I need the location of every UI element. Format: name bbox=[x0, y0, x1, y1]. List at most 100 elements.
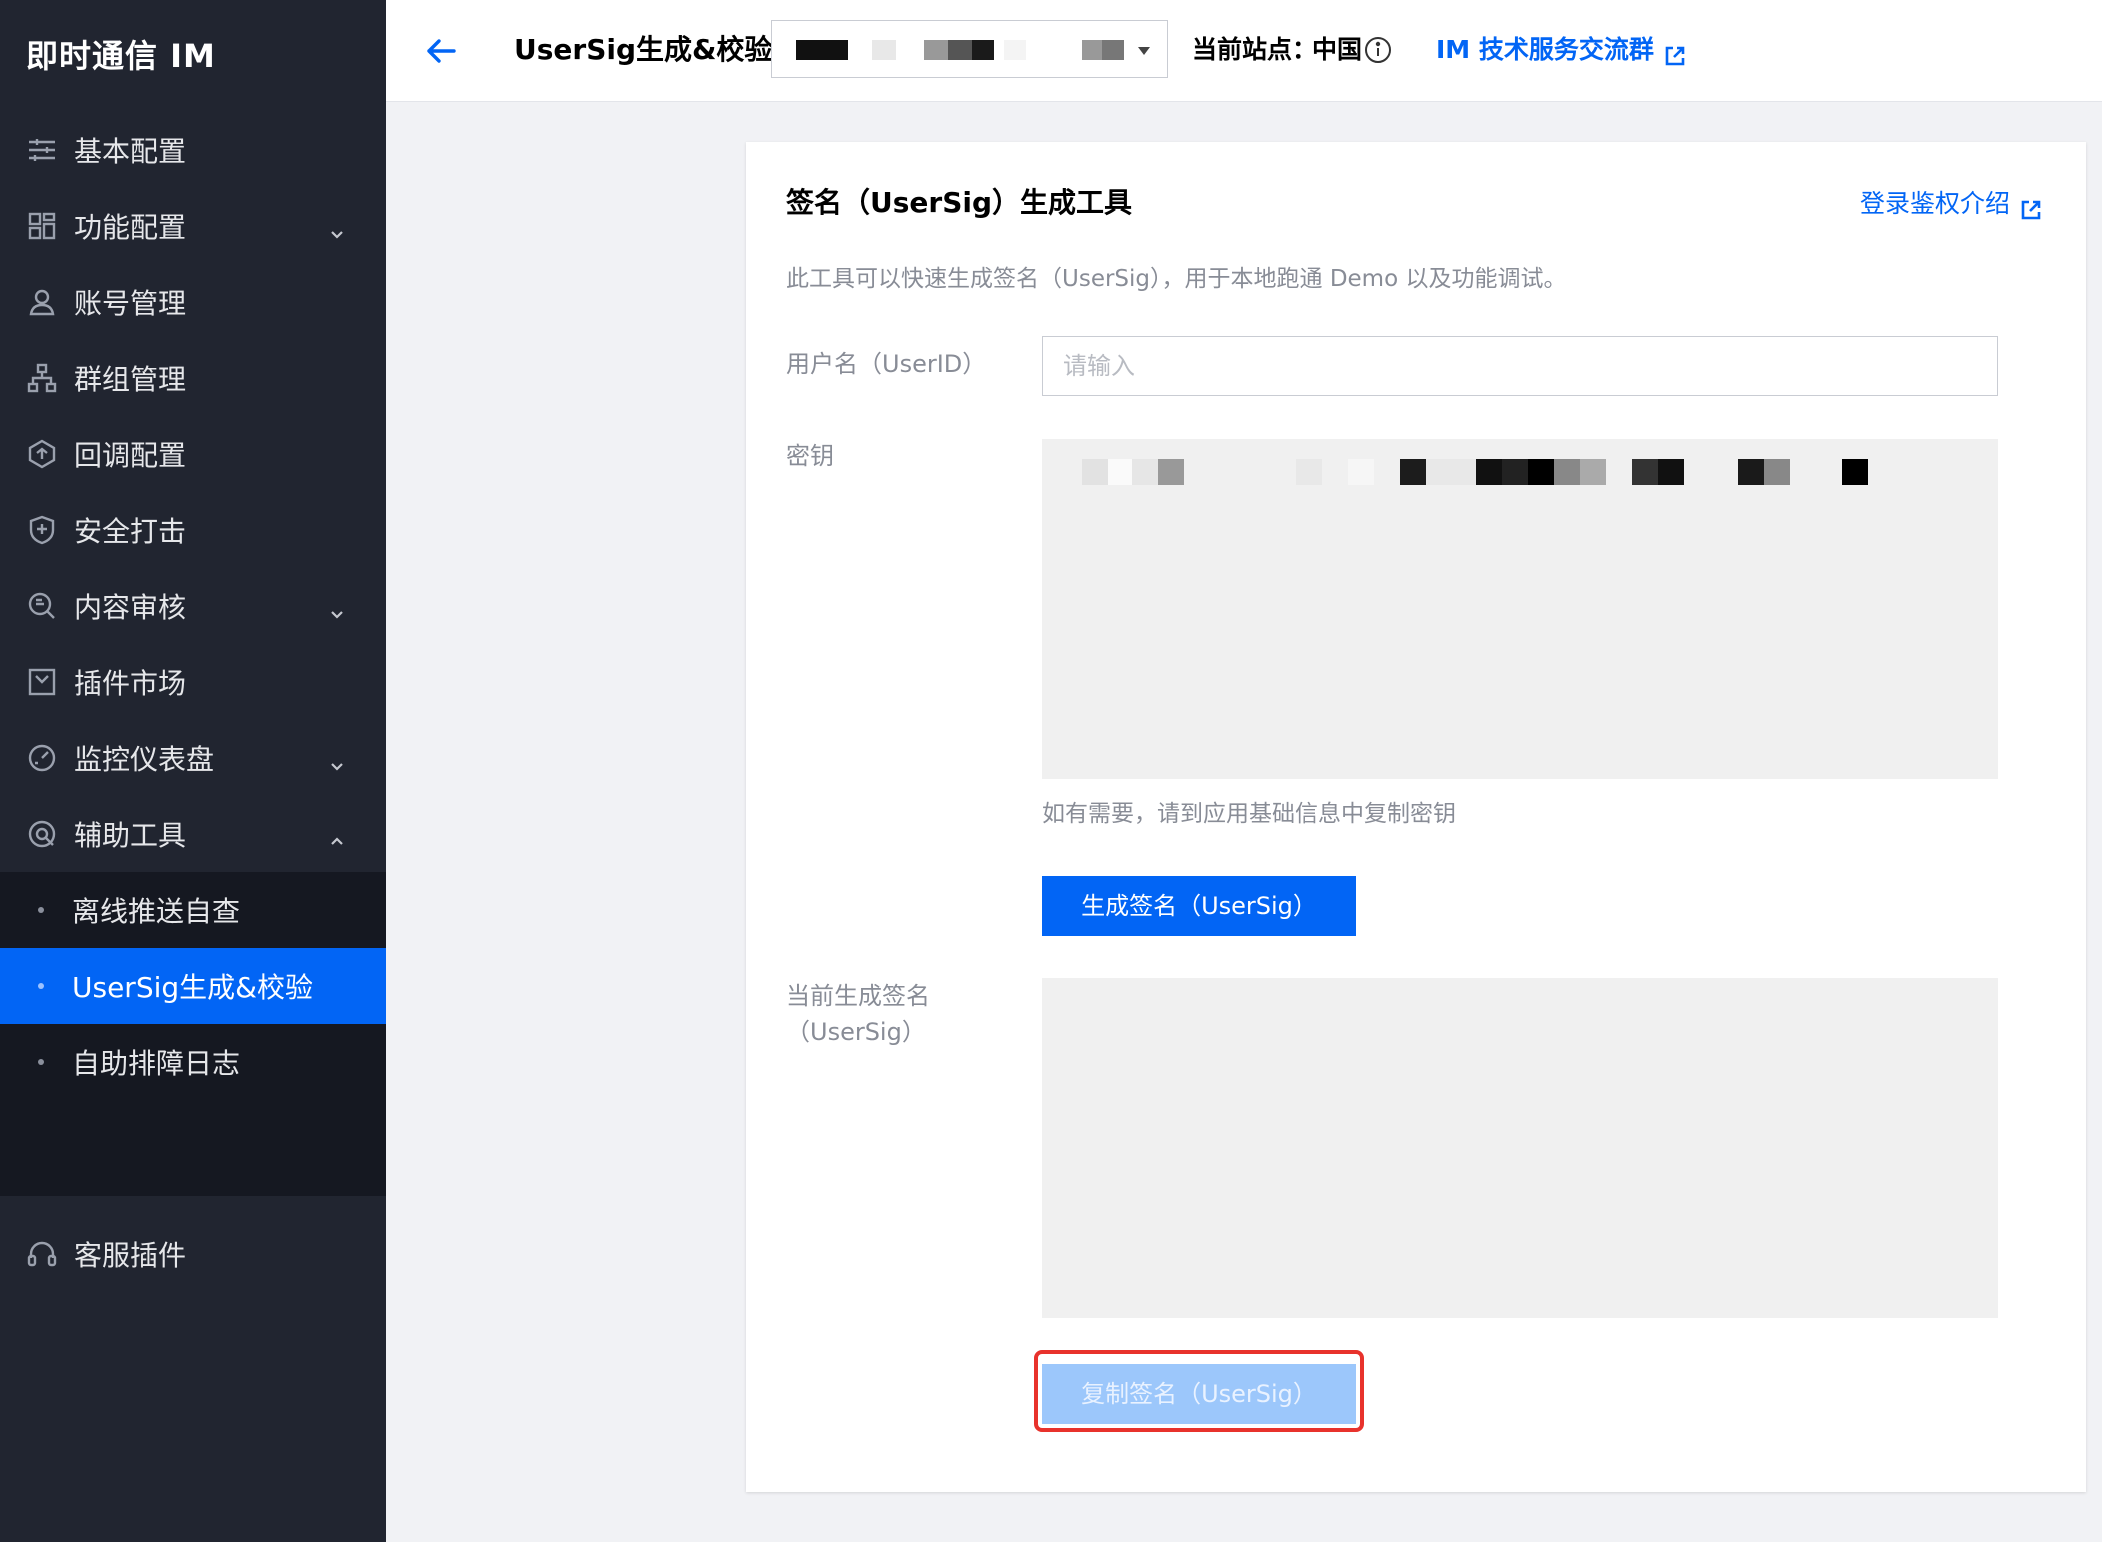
sidebar-item-feature-config[interactable]: 功能配置 bbox=[0, 188, 386, 264]
chevron-up-icon bbox=[328, 825, 346, 845]
redacted-block bbox=[1738, 459, 1764, 485]
redacted-block bbox=[1632, 459, 1658, 485]
tool-description: 此工具可以快速生成签名（UserSig），用于本地跑通 Demo 以及功能调试。 bbox=[786, 266, 1567, 292]
redacted-block bbox=[1400, 459, 1426, 485]
redacted-block bbox=[1082, 40, 1102, 60]
tools-submenu: 离线推送自查 UserSig生成&校验 自助排障日志 bbox=[0, 872, 386, 1196]
sidebar-item-plugin-market[interactable]: 插件市场 bbox=[0, 644, 386, 720]
sidebar-item-customer-service[interactable]: 客服插件 bbox=[0, 1216, 386, 1292]
sidebar-subitem-troubleshoot-log[interactable]: 自助排障日志 bbox=[0, 1024, 386, 1100]
plugin-market-icon bbox=[26, 666, 58, 698]
sidebar-item-basic-config[interactable]: 基本配置 bbox=[0, 112, 386, 188]
sidebar-item-label: 客服插件 bbox=[74, 1239, 187, 1272]
current-usersig-label-line2: （UserSig） bbox=[786, 1018, 926, 1046]
sidebar-item-account[interactable]: 账号管理 bbox=[0, 264, 386, 340]
audit-search-icon bbox=[26, 590, 58, 622]
current-usersig-box[interactable] bbox=[1042, 978, 1998, 1318]
secret-key-box[interactable] bbox=[1042, 439, 1998, 779]
redacted-block bbox=[1764, 459, 1790, 485]
external-link-icon bbox=[2020, 193, 2042, 220]
redacted-block bbox=[796, 40, 848, 60]
sidebar-item-label: 自助排障日志 bbox=[72, 1047, 241, 1080]
redacted-block bbox=[1528, 459, 1554, 485]
sidebar-item-label: UserSig生成&校验 bbox=[72, 971, 313, 1004]
redacted-block bbox=[972, 40, 994, 60]
secret-key-hint: 如有需要，请到应用基础信息中复制密钥 bbox=[1042, 801, 1456, 827]
bullet-dot bbox=[38, 1059, 44, 1065]
user-icon bbox=[26, 286, 58, 318]
sidebar-item-label: 监控仪表盘 bbox=[74, 743, 215, 776]
im-community-link-label: IM 技术服务交流群 bbox=[1436, 35, 1654, 64]
current-usersig-label-line1: 当前生成签名 bbox=[786, 982, 930, 1010]
redacted-block bbox=[948, 40, 972, 60]
generate-usersig-button[interactable]: 生成签名（UserSig） bbox=[1042, 876, 1356, 936]
sidebar-item-label: 插件市场 bbox=[74, 667, 187, 700]
sidebar-item-label: 群组管理 bbox=[74, 363, 187, 396]
sidebar-item-label: 离线推送自查 bbox=[72, 895, 241, 928]
caret-down-icon bbox=[1137, 43, 1151, 57]
redacted-block bbox=[1132, 459, 1158, 485]
sidebar-item-content-audit[interactable]: 内容审核 bbox=[0, 568, 386, 644]
redacted-block bbox=[1296, 459, 1322, 485]
auth-intro-link-label: 登录鉴权介绍 bbox=[1859, 189, 2010, 218]
sidebar-item-callback[interactable]: 回调配置 bbox=[0, 416, 386, 492]
site-label: 当前站点： bbox=[1192, 35, 1318, 64]
redacted-block bbox=[1502, 459, 1528, 485]
redacted-block bbox=[1102, 40, 1124, 60]
shield-icon bbox=[26, 514, 58, 546]
brand-title: 即时通信 IM bbox=[26, 37, 216, 75]
redacted-block bbox=[1476, 459, 1502, 485]
auth-intro-link[interactable]: 登录鉴权介绍 bbox=[1860, 184, 2042, 224]
userid-input[interactable] bbox=[1042, 336, 1998, 396]
sidebar-item-label: 安全打击 bbox=[74, 515, 187, 548]
sidebar-item-label: 回调配置 bbox=[74, 439, 187, 472]
redacted-block bbox=[1082, 459, 1108, 485]
sidebar-item-label: 内容审核 bbox=[74, 591, 187, 624]
usersig-tool-card: 签名（UserSig）生成工具 登录鉴权介绍 此工具可以快速生成签名（UserS… bbox=[746, 142, 2086, 1492]
userid-label: 用户名（UserID） bbox=[786, 350, 987, 378]
sidebar-item-tools[interactable]: 辅助工具 bbox=[0, 796, 386, 872]
sidebar-item-label: 功能配置 bbox=[74, 211, 187, 244]
site-value: 中国 bbox=[1312, 35, 1363, 64]
chevron-down-icon bbox=[328, 749, 346, 771]
im-community-link[interactable]: IM 技术服务交流群 bbox=[1436, 30, 1686, 70]
bullet-dot bbox=[38, 907, 44, 913]
redacted-block bbox=[924, 40, 948, 60]
redacted-block bbox=[1426, 459, 1476, 485]
redacted-block bbox=[1158, 459, 1184, 485]
page-title: UserSig生成&校验 bbox=[514, 33, 773, 66]
sidebar-subitem-usersig[interactable]: UserSig生成&校验 bbox=[0, 948, 386, 1024]
redacted-block bbox=[1004, 40, 1026, 60]
sidebar-item-group[interactable]: 群组管理 bbox=[0, 340, 386, 416]
redacted-block bbox=[1348, 459, 1374, 485]
app-selector[interactable] bbox=[771, 20, 1168, 78]
sidebar-item-label: 账号管理 bbox=[74, 287, 187, 320]
sidebar-item-label: 辅助工具 bbox=[74, 819, 187, 852]
grid-icon bbox=[26, 210, 58, 242]
headset-icon bbox=[26, 1238, 58, 1270]
gauge-icon bbox=[26, 742, 58, 774]
chevron-down-icon bbox=[328, 597, 346, 619]
redacted-block bbox=[1554, 459, 1580, 485]
sidebar-item-monitor[interactable]: 监控仪表盘 bbox=[0, 720, 386, 796]
redacted-block bbox=[1658, 459, 1684, 485]
redacted-block bbox=[1580, 459, 1606, 485]
sidebar-menu: 基本配置 功能配置 账号管理 群组管理 回调配置 安全打击 内容审核 插件市场 … bbox=[0, 112, 386, 1292]
org-chart-icon bbox=[26, 362, 58, 394]
bullet-dot bbox=[38, 983, 44, 989]
callback-icon bbox=[26, 438, 58, 470]
sliders-icon bbox=[26, 134, 58, 166]
external-link-icon bbox=[1664, 39, 1686, 66]
redacted-block bbox=[872, 40, 896, 60]
info-icon[interactable] bbox=[1364, 36, 1392, 64]
secret-key-label: 密钥 bbox=[786, 442, 834, 470]
sidebar-item-label: 基本配置 bbox=[74, 135, 187, 168]
copy-usersig-button[interactable]: 复制签名（UserSig） bbox=[1042, 1364, 1356, 1424]
sidebar: 即时通信 IM 基本配置 功能配置 账号管理 群组管理 回调配置 安全打击 内容… bbox=[0, 0, 386, 1542]
redacted-block bbox=[1842, 459, 1868, 485]
back-arrow-icon[interactable] bbox=[424, 34, 458, 68]
sidebar-subitem-offline-push[interactable]: 离线推送自查 bbox=[0, 872, 386, 948]
top-header: UserSig生成&校验 当前站点： 中国 IM 技术服务交流群 bbox=[386, 0, 2102, 102]
card-title: 签名（UserSig）生成工具 bbox=[786, 186, 1133, 219]
sidebar-item-security[interactable]: 安全打击 bbox=[0, 492, 386, 568]
